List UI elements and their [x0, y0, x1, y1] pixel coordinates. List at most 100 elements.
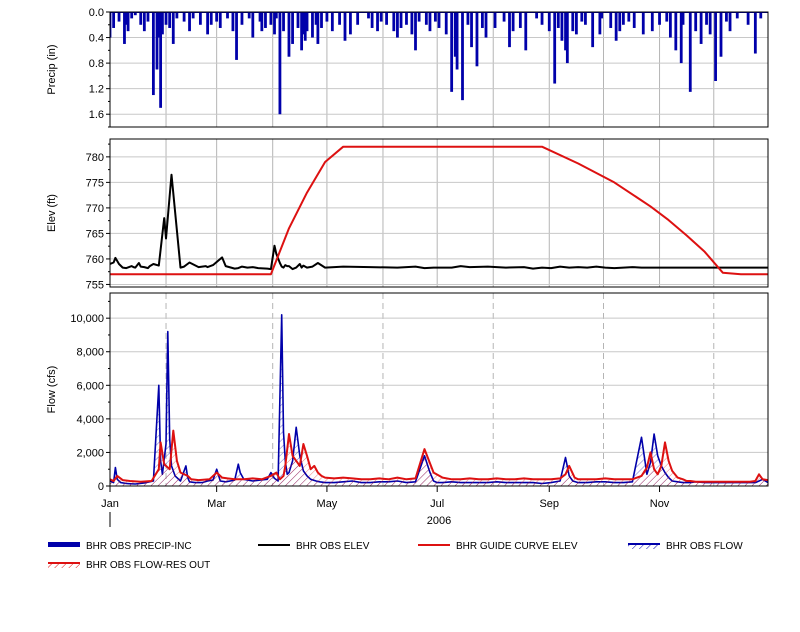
- y-axis-label: Precip (in): [46, 44, 58, 94]
- precip-bar: [650, 12, 654, 32]
- precip-bar: [338, 12, 341, 25]
- precip-bar: [188, 12, 191, 32]
- precip-bar: [330, 12, 334, 32]
- precip-bar: [379, 12, 383, 22]
- chart-root: 0.0 0.4 0.8 1.2 1.6 Precip (in) 755 760 765 770 7…: [0, 0, 800, 627]
- precip-bar: [708, 12, 712, 35]
- precip-bar: [247, 12, 251, 19]
- precip-bar: [535, 12, 539, 19]
- precip-bar: [565, 12, 569, 64]
- precip-bar: [508, 12, 511, 48]
- y-tick-label: 780: [86, 152, 104, 164]
- precip-bar: [674, 12, 678, 51]
- precip-bar: [171, 12, 175, 44]
- precip-bar: [428, 12, 432, 32]
- legend-label: BHR OBS FLOW-RES OUT: [86, 560, 210, 571]
- precip-bar: [356, 12, 360, 25]
- precip-bar: [175, 12, 179, 19]
- precip-bar: [182, 12, 186, 22]
- precip-bar: [665, 12, 669, 22]
- precip-bar: [139, 12, 143, 25]
- precip-bar: [399, 12, 403, 28]
- precip-bar: [580, 12, 584, 22]
- precip-bar: [376, 12, 379, 32]
- precip-bar: [215, 12, 219, 22]
- precip-bar: [759, 12, 763, 19]
- x-tick-label: Jan: [101, 498, 119, 510]
- precip-bar: [325, 12, 329, 22]
- y-tick-label: 770: [86, 203, 104, 215]
- legend-label: BHR OBS PRECIP-INC: [86, 541, 192, 552]
- precip-bar: [424, 12, 428, 25]
- y-tick-label: 10,000: [70, 313, 104, 325]
- precip-bar: [349, 12, 352, 35]
- precip-bar: [191, 12, 195, 19]
- precip-bar: [218, 12, 222, 28]
- precip-bar: [618, 12, 622, 32]
- precip-bar: [524, 12, 528, 51]
- x-tick-label: Mar: [207, 498, 226, 510]
- precip-bar: [142, 12, 146, 32]
- y-tick-label: 4,000: [76, 414, 104, 426]
- y-tick-label: 755: [86, 279, 104, 291]
- y-tick-label: 765: [86, 228, 104, 240]
- precip-bar: [466, 12, 470, 25]
- precip-bar: [621, 12, 625, 25]
- precip-bar: [433, 12, 437, 22]
- hydrograph-chart: 0.00.40.81.21.6Precip (in) 7557607657707…: [46, 7, 769, 571]
- precip-bar: [226, 12, 229, 19]
- precip-bar: [584, 12, 587, 25]
- precip-bar: [450, 12, 454, 92]
- y-tick-label: 0.8: [89, 58, 104, 70]
- y-tick-label: 0.0: [89, 7, 104, 19]
- precip-bar: [475, 12, 479, 67]
- precip-bar: [240, 12, 244, 25]
- precip-bar: [725, 12, 728, 22]
- y-tick-label: 775: [86, 177, 104, 189]
- plot-area: [110, 139, 768, 287]
- precip-bar: [574, 12, 578, 35]
- precip-bar: [553, 12, 557, 84]
- precip-bar: [728, 12, 732, 32]
- precip-bar: [461, 12, 464, 101]
- precip-bar: [719, 12, 723, 57]
- precip-bar: [282, 12, 285, 32]
- precip-bar: [444, 12, 448, 35]
- x-axis: Jan Mar May Jul Sep Nov 2006: [101, 486, 670, 527]
- precip-bar: [484, 12, 488, 38]
- precip-bar: [274, 12, 278, 19]
- precip-bar: [168, 12, 172, 28]
- y-axis-label: Flow (cfs): [46, 366, 58, 414]
- y-tick-label: 1.2: [89, 84, 104, 96]
- precip-bar: [511, 12, 515, 32]
- y-axis-label: Elev (ft): [46, 194, 58, 232]
- precip-bar: [547, 12, 551, 32]
- precip-bar: [753, 12, 757, 54]
- y-tick-label: 2,000: [76, 447, 104, 459]
- y-tick-label: 0.4: [89, 33, 104, 45]
- precip-bar: [714, 12, 717, 81]
- precip-bar: [151, 12, 155, 96]
- y-tick-label: 8,000: [76, 347, 104, 359]
- precip-bar: [502, 12, 506, 22]
- precip-bar: [571, 12, 575, 32]
- precip-bar: [235, 12, 238, 60]
- year-label: 2006: [427, 515, 451, 527]
- y-tick-label: 0: [98, 481, 104, 493]
- precip-bar: [112, 12, 116, 28]
- precip-bar: [600, 12, 604, 19]
- y-tick-label: 1.6: [89, 109, 104, 121]
- precip-bar: [735, 12, 739, 19]
- precip-bar: [658, 12, 661, 25]
- precip-bar: [231, 12, 235, 32]
- precip-bar: [668, 12, 672, 38]
- precip-bar: [130, 12, 134, 19]
- precip-bar: [287, 12, 291, 57]
- precip-bar: [417, 12, 421, 22]
- precip-bar: [641, 12, 645, 35]
- precip-bar: [206, 12, 210, 35]
- precip-bar: [455, 12, 459, 70]
- precip-panel: 0.0 0.4 0.8 1.2 1.6 Precip (in): [46, 7, 769, 128]
- elev-panel: 755 760 765 770 775 780 Elev (ft): [46, 138, 769, 291]
- precip-bar: [560, 12, 564, 41]
